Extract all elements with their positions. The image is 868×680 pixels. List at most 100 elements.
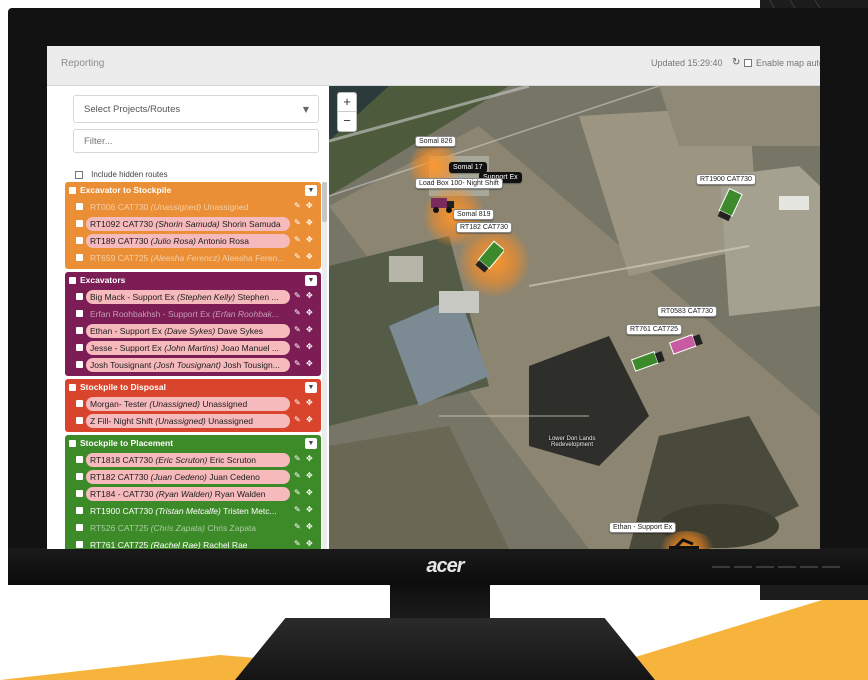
route-row[interactable]: Ethan - Support Ex (Dave Sykes) Dave Syk… xyxy=(68,323,318,339)
route-label[interactable]: Jesse - Support Ex (John Martins) Joao M… xyxy=(86,341,290,355)
route-label[interactable]: RT761 CAT725 (Rachel Rae) Rachel Rae xyxy=(86,538,290,549)
chevron-down-icon[interactable]: ▼ xyxy=(305,185,317,196)
route-label[interactable]: RT659 CAT725 (Aleesha Ferencz) Aleesha F… xyxy=(86,251,290,265)
group-checkbox[interactable] xyxy=(69,187,76,194)
route-label[interactable]: Big Mack - Support Ex (Stephen Kelly) St… xyxy=(86,290,290,304)
group-checkbox[interactable] xyxy=(69,384,76,391)
route-checkbox[interactable] xyxy=(76,293,83,300)
route-label[interactable]: RT1818 CAT730 (Eric Scruton) Eric Scruto… xyxy=(86,453,290,467)
route-row[interactable]: Big Mack - Support Ex (Stephen Kelly) St… xyxy=(68,289,318,305)
route-row[interactable]: RT184 - CAT730 (Ryan Walden) Ryan Walden… xyxy=(68,486,318,502)
edit-icon[interactable]: ✎ xyxy=(294,342,301,351)
route-label[interactable]: Ethan - Support Ex (Dave Sykes) Dave Syk… xyxy=(86,324,290,338)
route-row[interactable]: Erfan Roohbakhsh - Support Ex (Erfan Roo… xyxy=(68,306,318,322)
locate-icon[interactable]: ✥ xyxy=(306,291,313,300)
route-checkbox[interactable] xyxy=(76,507,83,514)
route-label[interactable]: RT182 CAT730 (Juan Cedeno) Juan Cedeno xyxy=(86,470,290,484)
locate-icon[interactable]: ✥ xyxy=(306,522,313,531)
chevron-down-icon[interactable]: ▼ xyxy=(305,275,317,286)
route-checkbox[interactable] xyxy=(76,254,83,261)
locate-icon[interactable]: ✥ xyxy=(306,539,313,548)
include-hidden-routes[interactable]: Include hidden routes xyxy=(75,164,168,179)
route-row[interactable]: RT189 CAT730 (Julio Rosa) Antonio Rosa ✎ ✥ xyxy=(68,233,318,249)
edit-icon[interactable]: ✎ xyxy=(294,325,301,334)
vehicle-label[interactable]: RT182 CAT730 xyxy=(456,222,512,233)
route-label[interactable]: Josh Tousignant (Josh Tousignant) Josh T… xyxy=(86,358,290,372)
route-checkbox[interactable] xyxy=(76,344,83,351)
locate-icon[interactable]: ✥ xyxy=(306,218,313,227)
chevron-down-icon[interactable]: ▼ xyxy=(305,382,317,393)
edit-icon[interactable]: ✎ xyxy=(294,415,301,424)
vehicle-label[interactable]: Ethan - Support Ex xyxy=(609,522,677,533)
zoom-out-button[interactable]: − xyxy=(338,112,356,131)
route-label[interactable]: RT526 CAT725 (Chris Zapata) Chris Zapata xyxy=(86,521,290,535)
route-label[interactable]: Z Fill- Night Shift (Unassigned) Unassig… xyxy=(86,414,290,428)
vehicle-label[interactable]: RT0583 CAT730 xyxy=(657,306,717,317)
route-row[interactable]: RT1900 CAT730 (Tristan Metcalfe) Tristen… xyxy=(68,503,318,519)
vehicle-label[interactable]: Somal 819 xyxy=(453,209,495,220)
include-hidden-checkbox[interactable] xyxy=(75,170,83,179)
route-label[interactable]: RT189 CAT730 (Julio Rosa) Antonio Rosa xyxy=(86,234,290,248)
edit-icon[interactable]: ✎ xyxy=(294,218,301,227)
locate-icon[interactable]: ✥ xyxy=(306,505,313,514)
route-row[interactable]: RT659 CAT725 (Aleesha Ferencz) Aleesha F… xyxy=(68,250,318,266)
chevron-down-icon[interactable]: ▼ xyxy=(305,438,317,449)
route-checkbox[interactable] xyxy=(76,310,83,317)
edit-icon[interactable]: ✎ xyxy=(294,235,301,244)
route-label[interactable]: RT1900 CAT730 (Tristan Metcalfe) Tristen… xyxy=(86,504,290,518)
locate-icon[interactable]: ✥ xyxy=(306,235,313,244)
vehicle-label[interactable]: RT761 CAT725 xyxy=(626,324,682,335)
locate-icon[interactable]: ✥ xyxy=(306,471,313,480)
locate-icon[interactable]: ✥ xyxy=(306,342,313,351)
locate-icon[interactable]: ✥ xyxy=(306,201,313,210)
refresh-icon[interactable]: ↻ xyxy=(732,57,740,68)
route-checkbox[interactable] xyxy=(76,361,83,368)
locate-icon[interactable]: ✥ xyxy=(306,252,313,261)
route-row[interactable]: RT182 CAT730 (Juan Cedeno) Juan Cedeno ✎ ✥ xyxy=(68,469,318,485)
truck-icon[interactable] xyxy=(629,348,669,374)
locate-icon[interactable]: ✥ xyxy=(306,488,313,497)
locate-icon[interactable]: ✥ xyxy=(306,398,313,407)
route-checkbox[interactable] xyxy=(76,400,83,407)
route-checkbox[interactable] xyxy=(76,524,83,531)
route-checkbox[interactable] xyxy=(76,203,83,210)
edit-icon[interactable]: ✎ xyxy=(294,291,301,300)
edit-icon[interactable]: ✎ xyxy=(294,398,301,407)
enable-auto-refresh-checkbox[interactable] xyxy=(744,59,752,67)
locate-icon[interactable]: ✥ xyxy=(306,308,313,317)
route-label[interactable]: Erfan Roohbakhsh - Support Ex (Erfan Roo… xyxy=(86,307,290,321)
route-label[interactable]: RT1092 CAT730 (Shorin Samuda) Shorin Sam… xyxy=(86,217,290,231)
route-row[interactable]: Josh Tousignant (Josh Tousignant) Josh T… xyxy=(68,357,318,373)
route-checkbox[interactable] xyxy=(76,456,83,463)
route-row[interactable]: RT1092 CAT730 (Shorin Samuda) Shorin Sam… xyxy=(68,216,318,232)
route-group-header[interactable]: Stockpile to Placement ▼ xyxy=(68,437,318,451)
group-checkbox[interactable] xyxy=(69,440,76,447)
route-label[interactable]: RT006 CAT730 (Unassigned) Unassigned xyxy=(86,200,290,214)
locate-icon[interactable]: ✥ xyxy=(306,359,313,368)
site-map[interactable]: + − Somal 826 Somal 17 Support Ex Load B… xyxy=(329,86,820,549)
edit-icon[interactable]: ✎ xyxy=(294,454,301,463)
route-row[interactable]: RT526 CAT725 (Chris Zapata) Chris Zapata… xyxy=(68,520,318,536)
edit-icon[interactable]: ✎ xyxy=(294,488,301,497)
route-group-header[interactable]: Stockpile to Disposal ▼ xyxy=(68,381,318,395)
route-label[interactable]: Morgan- Tester (Unassigned) Unassigned xyxy=(86,397,290,411)
edit-icon[interactable]: ✎ xyxy=(294,359,301,368)
route-row[interactable]: RT1818 CAT730 (Eric Scruton) Eric Scruto… xyxy=(68,452,318,468)
edit-icon[interactable]: ✎ xyxy=(294,471,301,480)
edit-icon[interactable]: ✎ xyxy=(294,201,301,210)
route-row[interactable]: Morgan- Tester (Unassigned) Unassigned ✎ ✥ xyxy=(68,396,318,412)
route-checkbox[interactable] xyxy=(76,490,83,497)
sidebar-scrollbar[interactable] xyxy=(322,182,327,549)
locate-icon[interactable]: ✥ xyxy=(306,454,313,463)
route-checkbox[interactable] xyxy=(76,541,83,548)
projects-routes-select[interactable]: Select Projects/Routes ▼ xyxy=(73,95,319,123)
edit-icon[interactable]: ✎ xyxy=(294,505,301,514)
excavator-icon[interactable] xyxy=(671,538,699,549)
filter-input[interactable] xyxy=(73,129,319,153)
locate-icon[interactable]: ✥ xyxy=(306,325,313,334)
route-row[interactable]: Z Fill- Night Shift (Unassigned) Unassig… xyxy=(68,413,318,429)
route-group-header[interactable]: Excavators ▼ xyxy=(68,274,318,288)
route-checkbox[interactable] xyxy=(76,473,83,480)
route-checkbox[interactable] xyxy=(76,417,83,424)
edit-icon[interactable]: ✎ xyxy=(294,308,301,317)
